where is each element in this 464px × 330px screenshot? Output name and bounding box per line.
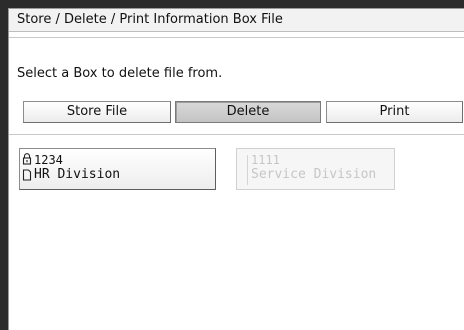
box-name: Service Division bbox=[251, 167, 377, 182]
box-name: HR Division bbox=[34, 167, 121, 182]
tab-store-file[interactable]: Store File bbox=[23, 101, 171, 123]
tab-delete[interactable]: Delete bbox=[175, 101, 321, 123]
instruction-text: Select a Box to delete file from. bbox=[17, 66, 223, 81]
box-tile-1111: 1111 Service Division bbox=[236, 148, 395, 190]
dialog-screen: Store / Delete / Print Information Box F… bbox=[8, 8, 464, 330]
title-divider bbox=[9, 37, 464, 38]
box-number: 1111 bbox=[251, 153, 280, 167]
tab-print[interactable]: Print bbox=[326, 101, 463, 123]
window-title: Store / Delete / Print Information Box F… bbox=[9, 9, 464, 32]
lock-icon bbox=[22, 153, 32, 165]
box-tile-1234[interactable]: 1234 HR Division bbox=[19, 148, 216, 190]
box-number: 1234 bbox=[34, 153, 63, 167]
disabled-marker bbox=[247, 155, 248, 185]
document-icon bbox=[22, 169, 32, 181]
tabs-divider bbox=[9, 134, 464, 135]
